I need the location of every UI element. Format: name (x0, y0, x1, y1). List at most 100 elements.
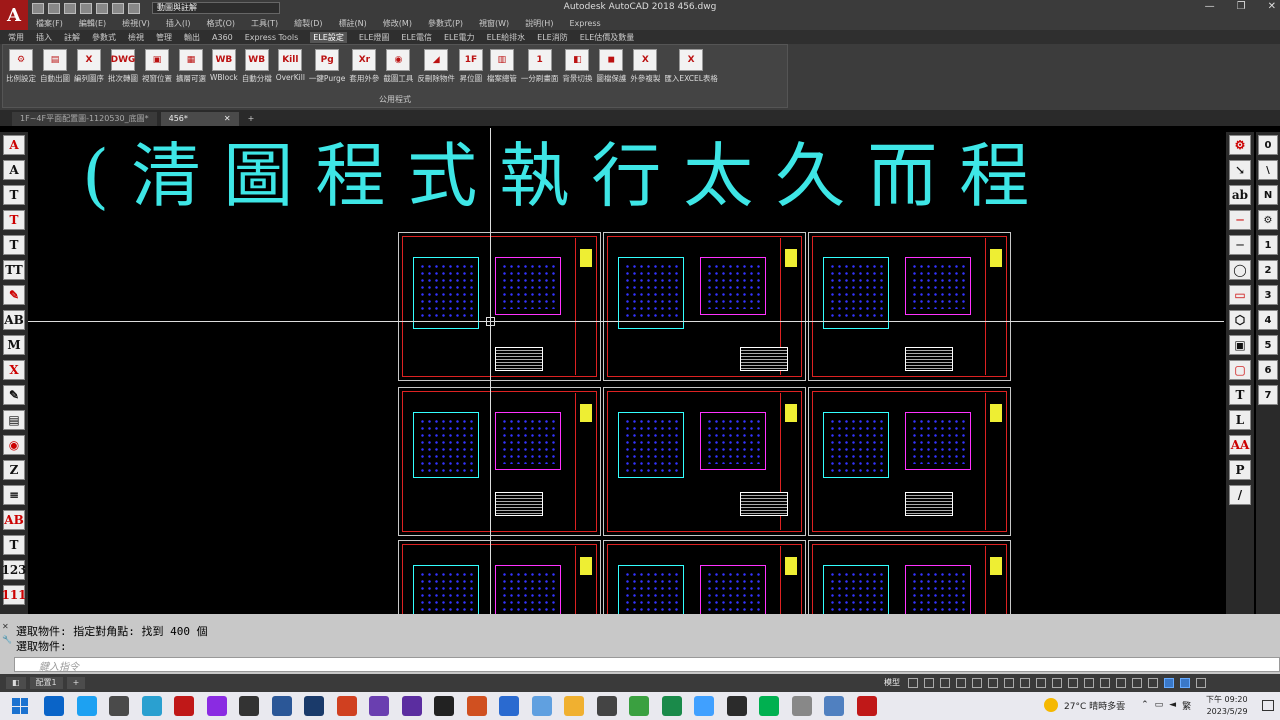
menu-item[interactable]: 編輯(E) (79, 18, 106, 29)
taskbar-app-icon[interactable] (141, 696, 162, 716)
toolbar-button-icon[interactable]: \ (1258, 160, 1278, 180)
annotation-scale-icon[interactable] (1084, 678, 1094, 688)
ribbon-tool-button[interactable]: ◧ 背景切換 (562, 49, 592, 84)
close-command-icon[interactable]: ✕ (2, 622, 14, 631)
ribbon-tool-button[interactable]: ◢ 反刪除物件 (417, 49, 455, 84)
settings-icon[interactable]: 🔧 (2, 635, 14, 644)
toolbar-button-icon[interactable]: / (1229, 485, 1251, 505)
ribbon-tool-button[interactable]: X 編列圖序 (74, 49, 104, 84)
toolbar-button-icon[interactable]: 5 (1258, 335, 1278, 355)
autoscale-icon[interactable] (1068, 678, 1078, 688)
layout-nav-icon[interactable]: ◧ (6, 677, 26, 689)
windows-start-icon[interactable] (12, 698, 28, 714)
workspace-switch-icon[interactable] (1100, 678, 1110, 688)
weather-text[interactable]: 27°C 晴時多雲 (1064, 699, 1125, 712)
drawing-sheet[interactable] (808, 232, 1011, 381)
toolbar-button-icon[interactable]: 111 (1, 585, 27, 605)
ribbon-tool-button[interactable]: ▥ 檔案總管 (487, 49, 517, 84)
menu-item[interactable]: 格式(O) (206, 18, 235, 29)
ribbon-tab[interactable]: ELE消防 (537, 32, 568, 43)
toolbar-button-icon[interactable]: ✎ (3, 285, 25, 305)
drawing-sheet[interactable] (398, 540, 601, 614)
ribbon-tool-button[interactable]: ◉ 截圖工具 (383, 49, 413, 84)
model-space-button[interactable]: 模型 (884, 677, 900, 688)
ribbon-tab[interactable]: 輸出 (184, 32, 200, 43)
polar-icon[interactable] (956, 678, 966, 688)
taskbar-app-icon[interactable] (304, 696, 324, 716)
ribbon-tab[interactable]: A360 (212, 33, 233, 42)
taskbar-app-icon[interactable] (661, 696, 682, 716)
toolbar-button-icon[interactable]: ⚙ (1229, 135, 1251, 155)
toolbar-button-icon[interactable]: 0 (1258, 135, 1278, 155)
menu-item[interactable]: 視窗(W) (479, 18, 509, 29)
ribbon-tool-button[interactable]: DWG 批次轉圖 (108, 49, 138, 84)
menu-item[interactable]: 繪製(D) (294, 18, 322, 29)
ribbon-tool-button[interactable]: Kill OverKill (276, 49, 305, 84)
network-icon[interactable]: ▭ (1155, 700, 1164, 710)
ribbon-tool-button[interactable]: ▣ 視窗位置 (142, 49, 172, 84)
ribbon-tool-button[interactable]: ▤ 自動出圖 (40, 49, 70, 84)
ribbon-tab[interactable]: ELE燈圖 (359, 32, 390, 43)
toolbar-button-icon[interactable]: ─ (1229, 210, 1251, 230)
drawing-sheet[interactable] (398, 387, 601, 536)
weather-icon[interactable] (1044, 698, 1058, 712)
tray-overflow-icon[interactable]: ⌃ (1141, 700, 1149, 710)
taskbar-app-icon[interactable] (336, 696, 357, 716)
taskbar-app-icon[interactable] (759, 696, 779, 716)
taskbar-app-icon[interactable] (271, 696, 292, 716)
ime-indicator[interactable]: 繁 (1182, 699, 1191, 712)
close-icon[interactable]: ✕ (1268, 1, 1276, 12)
toolbar-button-icon[interactable]: ▢ (1229, 360, 1251, 380)
menu-item[interactable]: 標註(N) (339, 18, 367, 29)
ribbon-tab[interactable]: ELE電力 (444, 32, 475, 43)
file-tab-floorplan[interactable]: 1F~4F平面配置圖-1120530_底圖* (12, 112, 157, 126)
minimize-icon[interactable]: — (1205, 1, 1215, 12)
taskbar-app-icon[interactable] (596, 696, 617, 716)
ribbon-tab[interactable]: 參數式 (92, 32, 116, 43)
ribbon-tab[interactable]: 常用 (8, 32, 24, 43)
ribbon-tool-button[interactable]: 1 一分刷畫面 (521, 49, 558, 84)
transparency-icon[interactable] (1020, 678, 1030, 688)
taskbar-app-icon[interactable] (726, 696, 747, 716)
taskbar-app-icon[interactable] (499, 696, 519, 716)
menu-item[interactable]: 修改(M) (383, 18, 412, 29)
ribbon-tab[interactable]: 註解 (64, 32, 80, 43)
otrack-icon[interactable] (988, 678, 998, 688)
taskbar-app-icon[interactable] (206, 696, 227, 716)
toolbar-button-icon[interactable]: P (1229, 460, 1251, 480)
add-scale-icon[interactable] (1116, 678, 1126, 688)
grid-icon[interactable] (908, 678, 918, 688)
drawing-sheet[interactable] (398, 232, 601, 381)
toolbar-button-icon[interactable]: ✎ (3, 385, 25, 405)
taskbar-app-icon[interactable] (401, 696, 422, 716)
toolbar-button-icon[interactable]: A (3, 135, 25, 155)
osnap-icon[interactable] (972, 678, 982, 688)
clean-screen-icon[interactable] (1164, 678, 1174, 688)
toolbar-button-icon[interactable]: ⬡ (1229, 310, 1251, 330)
toolbar-button-icon[interactable]: ─ (1229, 235, 1251, 255)
menu-icon[interactable] (1196, 678, 1206, 688)
taskbar-app-icon[interactable] (76, 696, 97, 716)
menu-item[interactable]: 工具(T) (251, 18, 278, 29)
toolbar-button-icon[interactable]: ▤ (3, 410, 25, 430)
ribbon-tool-button[interactable]: 1F 昇位圖 (458, 49, 483, 84)
toolbar-button-icon[interactable]: ⚙ (1258, 210, 1278, 230)
drawing-canvas[interactable]: (清圖程式執行太久而程 (28, 128, 1224, 614)
hardware-accel-icon[interactable] (1148, 678, 1158, 688)
toolbar-button-icon[interactable]: T (3, 185, 25, 205)
toolbar-button-icon[interactable]: AB (3, 310, 25, 330)
toolbar-button-icon[interactable]: ab (1229, 185, 1251, 205)
toolbar-button-icon[interactable]: 123 (1, 560, 27, 580)
taskbar-app-icon[interactable] (239, 696, 259, 716)
command-input[interactable]: 鍵入指令 (14, 657, 1280, 673)
annotation-visibility-icon[interactable] (1052, 678, 1062, 688)
toolbar-button-icon[interactable]: ▭ (1229, 285, 1251, 305)
toolbar-button-icon[interactable]: T (3, 210, 25, 230)
toolbar-button-icon[interactable]: X (3, 360, 25, 380)
selection-cycling-icon[interactable] (1036, 678, 1046, 688)
ribbon-tool-button[interactable]: WB 自動分檔 (242, 49, 272, 84)
file-tab-456[interactable]: 456* ✕ (160, 112, 239, 126)
toolbar-button-icon[interactable]: L (1229, 410, 1251, 430)
toolbar-button-icon[interactable]: Z (3, 460, 25, 480)
toolbar-button-icon[interactable]: 6 (1258, 360, 1278, 380)
